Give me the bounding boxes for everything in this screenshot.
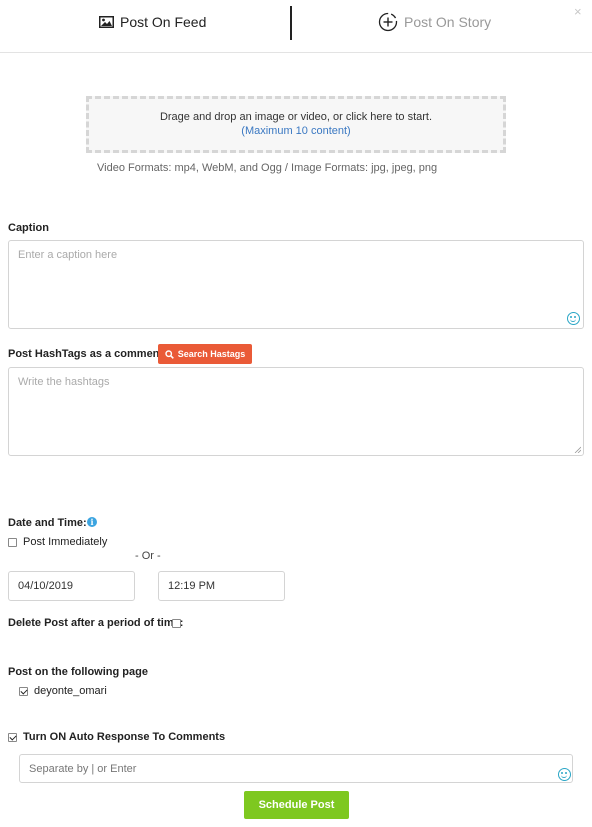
hashtags-textarea[interactable]: Write the hashtags [8,367,584,456]
auto-response-placeholder: Separate by | or Enter [29,762,137,775]
time-input[interactable]: 12:19 PM [158,571,285,601]
schedule-post-button[interactable]: Schedule Post [244,791,349,819]
pages-label: Post on the following page [8,666,148,678]
hashtags-placeholder: Write the hashtags [18,376,110,388]
tab-post-on-story-label: Post On Story [404,14,492,30]
circle-plus-icon [378,12,398,32]
tab-divider [290,6,292,40]
date-input[interactable]: 04/10/2019 [8,571,135,601]
info-icon[interactable]: i [87,517,97,527]
emoji-icon[interactable] [567,312,580,325]
tab-post-on-story[interactable]: Post On Story [378,0,491,44]
post-immediately-checkbox[interactable] [8,538,17,547]
search-hashtags-label: Search Hastags [177,349,246,359]
date-time-label: Date and Time: [8,517,87,529]
delete-post-label: Delete Post after a period of time: [8,617,184,629]
post-immediately-label: Post Immediately [23,536,108,548]
page-checkbox[interactable] [19,687,28,696]
tab-post-on-feed[interactable]: Post On Feed [99,0,206,44]
emoji-icon[interactable] [558,768,571,781]
dropzone-prompt: Drage and drop an image or video, or cli… [159,111,433,123]
caption-label: Caption [8,222,49,234]
delete-post-checkbox[interactable] [172,619,181,628]
auto-response-label: Turn ON Auto Response To Comments [23,731,226,743]
post-type-tabs: Post On Feed Post On Story × [0,0,592,53]
resize-handle-icon[interactable] [574,446,581,453]
auto-response-checkbox[interactable] [8,733,17,742]
page-name: deyonte_omari [34,685,107,697]
caption-textarea[interactable]: Enter a caption here [8,240,584,329]
or-separator: - Or - [135,550,161,562]
tab-post-on-feed-label: Post On Feed [120,14,207,30]
search-hashtags-button[interactable]: Search Hastags [158,344,252,364]
close-button[interactable]: × [574,4,582,19]
caption-placeholder: Enter a caption here [18,249,118,261]
search-icon [165,349,174,359]
dropzone-limit: (Maximum 10 content) [241,125,351,137]
image-icon [99,16,114,28]
media-dropzone[interactable]: Drage and drop an image or video, or cli… [86,96,506,153]
supported-formats: Video Formats: mp4, WebM, and Ogg / Imag… [97,162,438,174]
hashtags-label: Post HashTags as a comment [8,348,164,360]
auto-response-input[interactable]: Separate by | or Enter [19,754,573,783]
